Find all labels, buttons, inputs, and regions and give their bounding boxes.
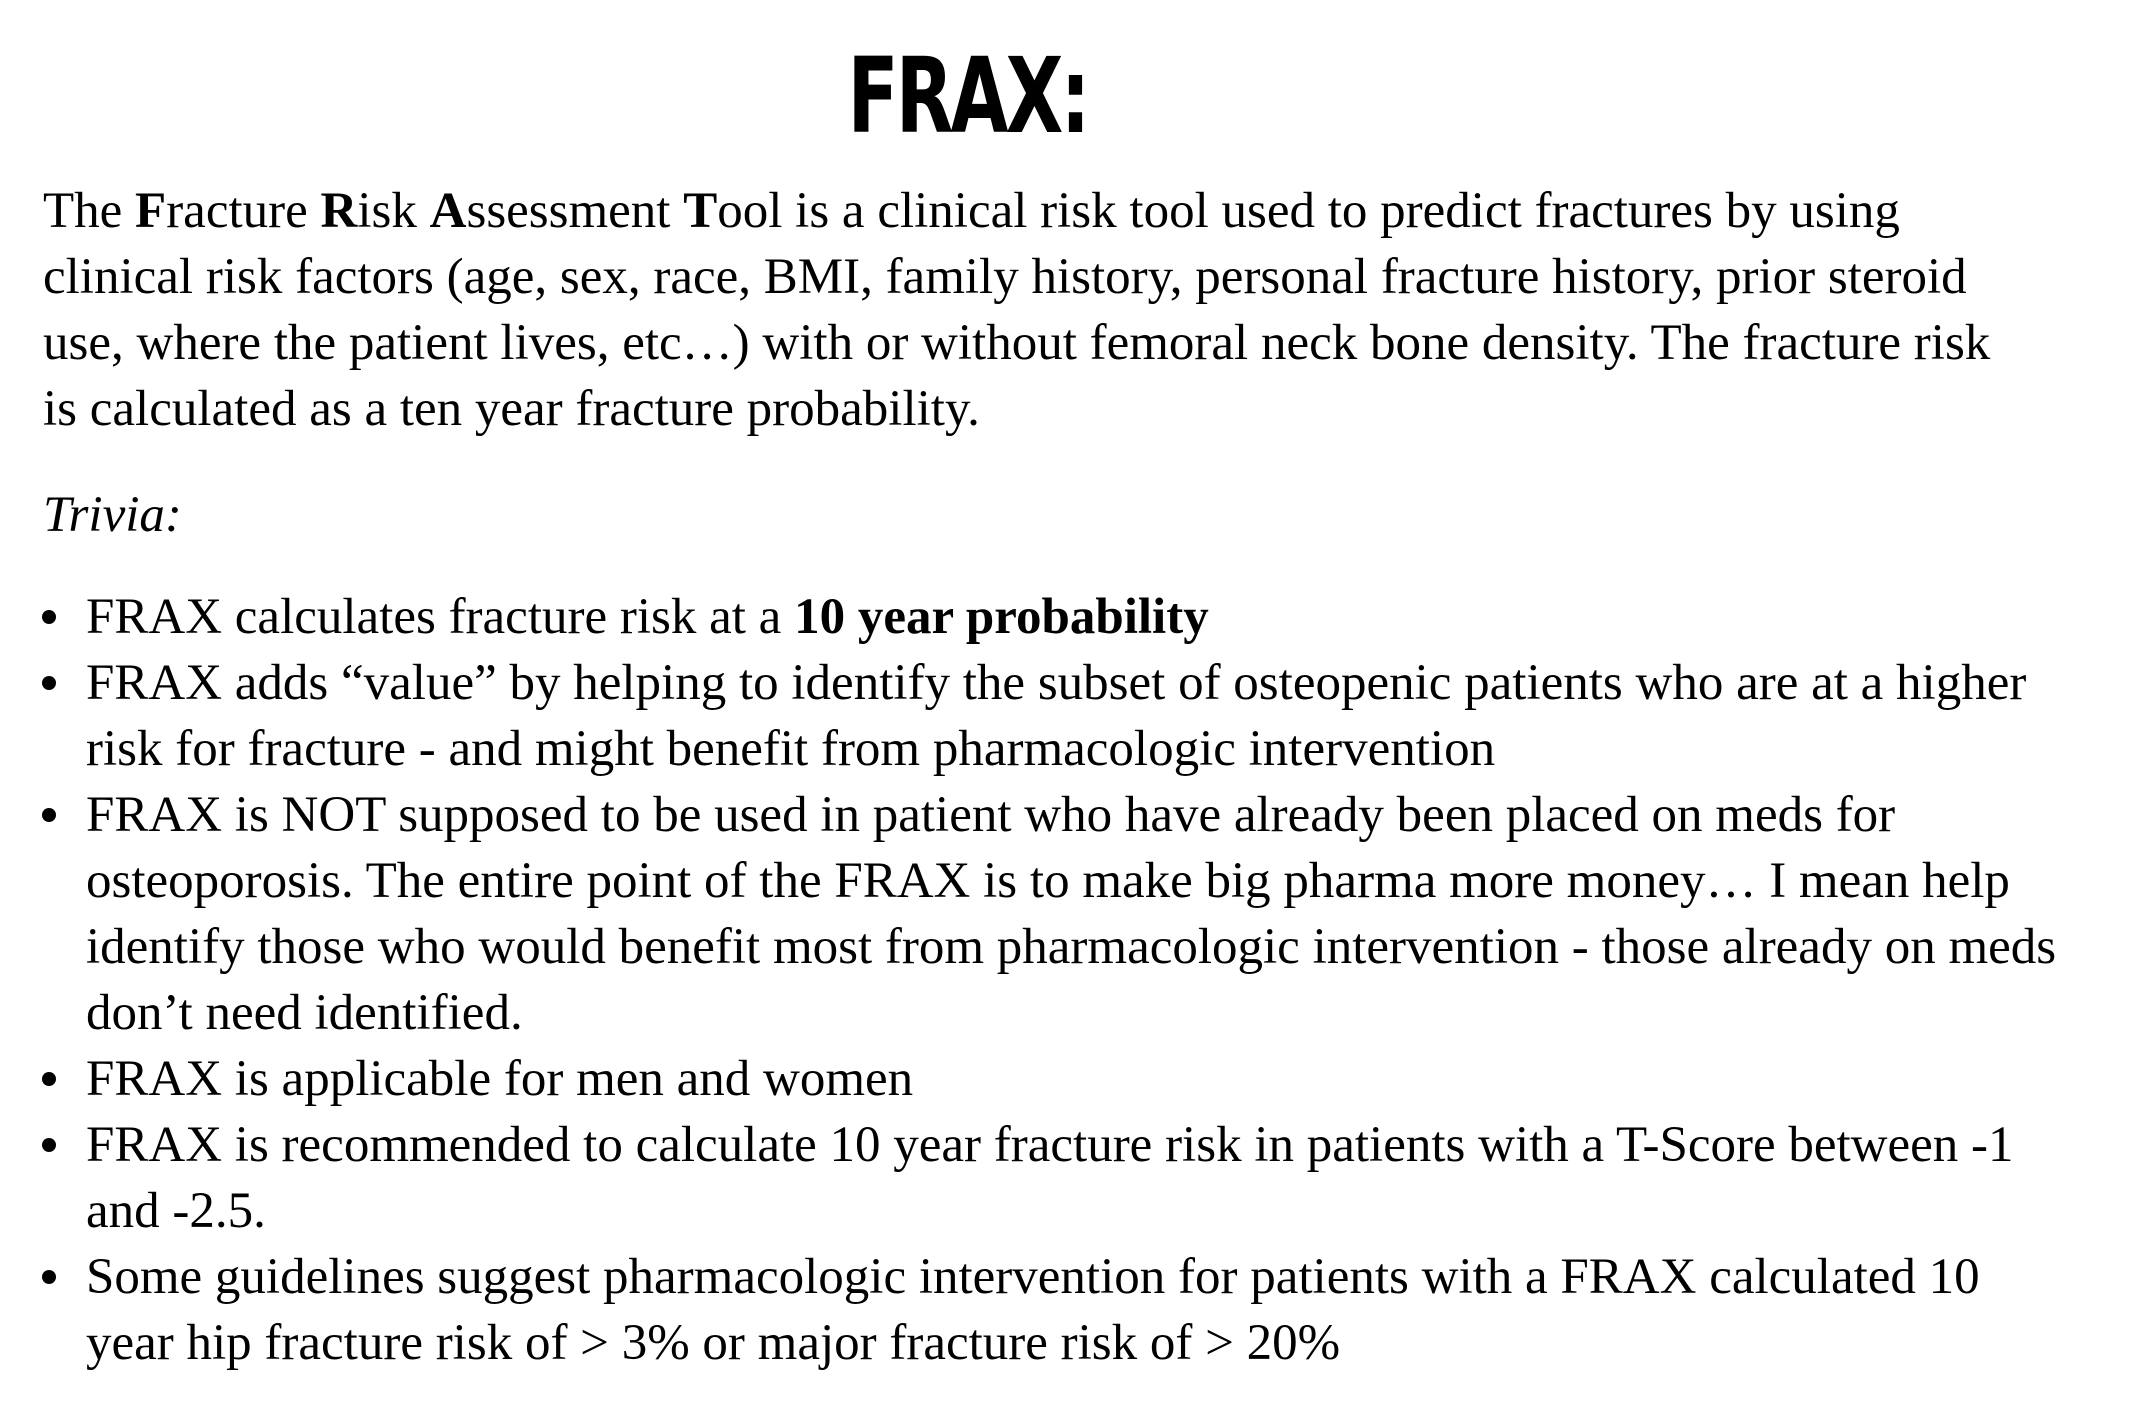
intro-bold-a: A [429,183,467,239]
intro-text-3: isk [357,183,430,239]
intro-text-1: The [43,183,136,239]
intro-text-2: racture [166,183,321,239]
document-page: FRAX: The Fracture Risk Assessment Tool … [0,0,2140,1420]
bullet-dot-icon [42,808,56,822]
list-item-bold-text: 10 year probability [794,589,1209,645]
intro-bold-r: R [320,183,358,239]
list-item-text: FRAX is NOT supposed to be used in patie… [86,787,2057,1041]
list-item: FRAX adds “value” by helping to identify… [0,650,2060,782]
page-title: FRAX: [847,35,1090,157]
intro-text-4: ssessment [466,183,684,239]
bullet-dot-icon [42,676,56,690]
list-item-text: FRAX adds “value” by helping to identify… [86,655,2027,777]
list-item-text: FRAX is recommended to calculate 10 year… [86,1117,2014,1239]
list-item: Some guidelines suggest pharmacologic in… [0,1244,2060,1376]
bullet-dot-icon [42,610,56,624]
list-item-text: FRAX calculates fracture risk at a [86,589,795,645]
list-item: FRAX is applicable for men and women [0,1046,2060,1112]
bullet-dot-icon [42,1270,56,1284]
list-item: FRAX calculates fracture risk at a 10 ye… [0,584,2060,650]
list-item: FRAX is NOT supposed to be used in patie… [0,782,2060,1046]
bullet-dot-icon [42,1072,56,1086]
trivia-heading: Trivia: [43,487,182,543]
list-item: FRAX is recommended to calculate 10 year… [0,1112,2060,1244]
trivia-list: FRAX calculates fracture risk at a 10 ye… [0,584,2060,1376]
list-item-text: FRAX is applicable for men and women [86,1051,914,1107]
intro-bold-f: F [135,183,167,239]
intro-bold-t: T [683,183,718,239]
intro-paragraph: The Fracture Risk Assessment Tool is a c… [43,178,2013,442]
bullet-dot-icon [42,1138,56,1152]
list-item-text: Some guidelines suggest pharmacologic in… [86,1249,1980,1371]
